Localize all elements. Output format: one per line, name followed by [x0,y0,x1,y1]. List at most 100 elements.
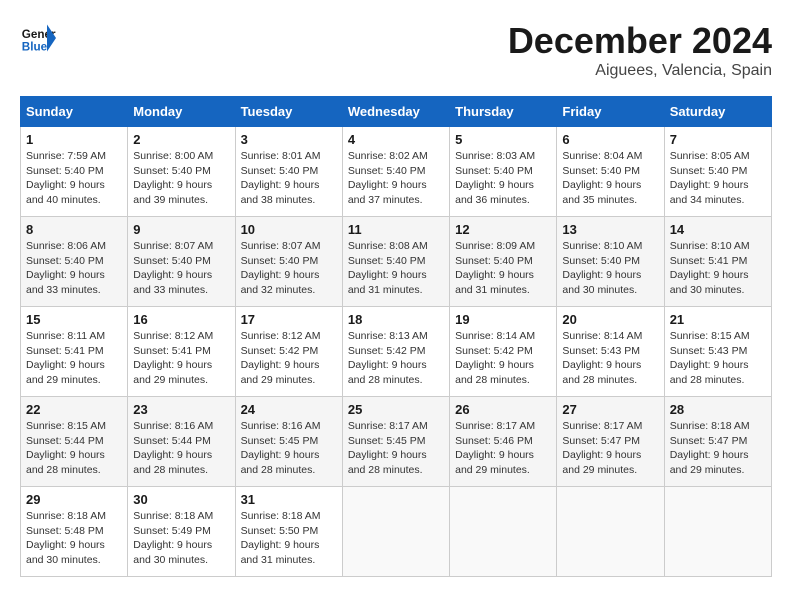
day-info: Sunrise: 8:00 AMSunset: 5:40 PMDaylight:… [133,149,229,208]
day-info: Sunrise: 8:04 AMSunset: 5:40 PMDaylight:… [562,149,658,208]
col-thursday: Thursday [450,97,557,127]
day-info: Sunrise: 8:01 AMSunset: 5:40 PMDaylight:… [241,149,337,208]
day-info: Sunrise: 8:12 AMSunset: 5:41 PMDaylight:… [133,329,229,388]
day-number: 24 [241,402,337,417]
day-info: Sunrise: 8:18 AMSunset: 5:47 PMDaylight:… [670,419,766,478]
day-info: Sunrise: 8:18 AMSunset: 5:50 PMDaylight:… [241,509,337,568]
day-number: 13 [562,222,658,237]
month-title: December 2024 [508,20,772,62]
day-number: 28 [670,402,766,417]
cell-3-3: 17 Sunrise: 8:12 AMSunset: 5:42 PMDayligh… [235,307,342,397]
cell-1-3: 3 Sunrise: 8:01 AMSunset: 5:40 PMDaylight… [235,127,342,217]
day-info: Sunrise: 8:18 AMSunset: 5:49 PMDaylight:… [133,509,229,568]
day-number: 20 [562,312,658,327]
cell-4-3: 24 Sunrise: 8:16 AMSunset: 5:45 PMDayligh… [235,397,342,487]
cell-5-4 [342,487,449,577]
day-number: 7 [670,132,766,147]
cell-5-7 [664,487,771,577]
day-number: 25 [348,402,444,417]
day-number: 23 [133,402,229,417]
day-number: 12 [455,222,551,237]
day-info: Sunrise: 8:02 AMSunset: 5:40 PMDaylight:… [348,149,444,208]
cell-5-2: 30 Sunrise: 8:18 AMSunset: 5:49 PMDayligh… [128,487,235,577]
day-number: 8 [26,222,122,237]
col-sunday: Sunday [21,97,128,127]
cell-5-3: 31 Sunrise: 8:18 AMSunset: 5:50 PMDayligh… [235,487,342,577]
cell-5-1: 29Sunrise: 8:18 AMSunset: 5:48 PMDayligh… [21,487,128,577]
day-number: 30 [133,492,229,507]
calendar-table: Sunday Monday Tuesday Wednesday Thursday… [20,96,772,577]
day-number: 3 [241,132,337,147]
day-info: Sunrise: 8:07 AMSunset: 5:40 PMDaylight:… [133,239,229,298]
day-info: Sunrise: 8:08 AMSunset: 5:40 PMDaylight:… [348,239,444,298]
cell-3-7: 21 Sunrise: 8:15 AMSunset: 5:43 PMDayligh… [664,307,771,397]
col-wednesday: Wednesday [342,97,449,127]
day-info: Sunrise: 8:13 AMSunset: 5:42 PMDaylight:… [348,329,444,388]
cell-2-7: 14 Sunrise: 8:10 AMSunset: 5:41 PMDayligh… [664,217,771,307]
day-info: Sunrise: 8:14 AMSunset: 5:42 PMDaylight:… [455,329,551,388]
cell-4-4: 25 Sunrise: 8:17 AMSunset: 5:45 PMDayligh… [342,397,449,487]
day-number: 19 [455,312,551,327]
cell-1-4: 4 Sunrise: 8:02 AMSunset: 5:40 PMDaylight… [342,127,449,217]
day-number: 2 [133,132,229,147]
col-monday: Monday [128,97,235,127]
day-number: 1 [26,132,122,147]
cell-2-3: 10Sunrise: 8:07 AMSunset: 5:40 PMDayligh… [235,217,342,307]
cell-2-6: 13 Sunrise: 8:10 AMSunset: 5:40 PMDayligh… [557,217,664,307]
day-number: 22 [26,402,122,417]
day-number: 9 [133,222,229,237]
day-info: Sunrise: 8:15 AMSunset: 5:43 PMDaylight:… [670,329,766,388]
day-info: Sunrise: 8:11 AMSunset: 5:41 PMDaylight:… [26,329,122,388]
day-number: 14 [670,222,766,237]
day-info: Sunrise: 8:14 AMSunset: 5:43 PMDaylight:… [562,329,658,388]
day-info: Sunrise: 8:09 AMSunset: 5:40 PMDaylight:… [455,239,551,298]
cell-2-2: 9 Sunrise: 8:07 AMSunset: 5:40 PMDaylight… [128,217,235,307]
cell-4-7: 28 Sunrise: 8:18 AMSunset: 5:47 PMDayligh… [664,397,771,487]
day-number: 31 [241,492,337,507]
title-area: December 2024 Aiguees, Valencia, Spain [508,20,772,80]
cell-3-5: 19 Sunrise: 8:14 AMSunset: 5:42 PMDayligh… [450,307,557,397]
svg-text:Blue: Blue [22,41,48,54]
day-number: 17 [241,312,337,327]
day-number: 16 [133,312,229,327]
day-number: 15 [26,312,122,327]
cell-2-4: 11 Sunrise: 8:08 AMSunset: 5:40 PMDayligh… [342,217,449,307]
day-number: 21 [670,312,766,327]
cell-1-5: 5 Sunrise: 8:03 AMSunset: 5:40 PMDaylight… [450,127,557,217]
cell-4-1: 22 Sunrise: 8:15 AMSunset: 5:44 PMDayligh… [21,397,128,487]
day-number: 27 [562,402,658,417]
day-number: 5 [455,132,551,147]
day-info: Sunrise: 8:10 AMSunset: 5:40 PMDaylight:… [562,239,658,298]
day-number: 18 [348,312,444,327]
day-number: 11 [348,222,444,237]
day-number: 10 [241,222,337,237]
week-row-5: 29Sunrise: 8:18 AMSunset: 5:48 PMDayligh… [21,487,772,577]
cell-1-1: 1 Sunrise: 7:59 AMSunset: 5:40 PMDaylight… [21,127,128,217]
cell-3-6: 20 Sunrise: 8:14 AMSunset: 5:43 PMDayligh… [557,307,664,397]
day-number: 6 [562,132,658,147]
day-info: Sunrise: 8:16 AMSunset: 5:45 PMDaylight:… [241,419,337,478]
day-info: Sunrise: 8:10 AMSunset: 5:41 PMDaylight:… [670,239,766,298]
day-info: Sunrise: 8:16 AMSunset: 5:44 PMDaylight:… [133,419,229,478]
day-number: 4 [348,132,444,147]
cell-5-6 [557,487,664,577]
day-info: Sunrise: 8:15 AMSunset: 5:44 PMDaylight:… [26,419,122,478]
logo: General Blue [20,20,60,56]
day-info: Sunrise: 8:17 AMSunset: 5:46 PMDaylight:… [455,419,551,478]
week-row-1: 1 Sunrise: 7:59 AMSunset: 5:40 PMDaylight… [21,127,772,217]
day-info: Sunrise: 8:18 AMSunset: 5:48 PMDaylight:… [26,509,122,568]
cell-3-4: 18 Sunrise: 8:13 AMSunset: 5:42 PMDayligh… [342,307,449,397]
cell-1-6: 6 Sunrise: 8:04 AMSunset: 5:40 PMDaylight… [557,127,664,217]
cell-2-1: 8Sunrise: 8:06 AMSunset: 5:40 PMDaylight… [21,217,128,307]
col-tuesday: Tuesday [235,97,342,127]
week-row-3: 15 Sunrise: 8:11 AMSunset: 5:41 PMDayligh… [21,307,772,397]
cell-3-1: 15 Sunrise: 8:11 AMSunset: 5:41 PMDayligh… [21,307,128,397]
week-row-4: 22 Sunrise: 8:15 AMSunset: 5:44 PMDayligh… [21,397,772,487]
cell-4-5: 26Sunrise: 8:17 AMSunset: 5:46 PMDayligh… [450,397,557,487]
day-info: Sunrise: 8:12 AMSunset: 5:42 PMDaylight:… [241,329,337,388]
day-info: Sunrise: 8:03 AMSunset: 5:40 PMDaylight:… [455,149,551,208]
day-info: Sunrise: 7:59 AMSunset: 5:40 PMDaylight:… [26,149,122,208]
col-friday: Friday [557,97,664,127]
day-info: Sunrise: 8:17 AMSunset: 5:45 PMDaylight:… [348,419,444,478]
cell-3-2: 16 Sunrise: 8:12 AMSunset: 5:41 PMDayligh… [128,307,235,397]
